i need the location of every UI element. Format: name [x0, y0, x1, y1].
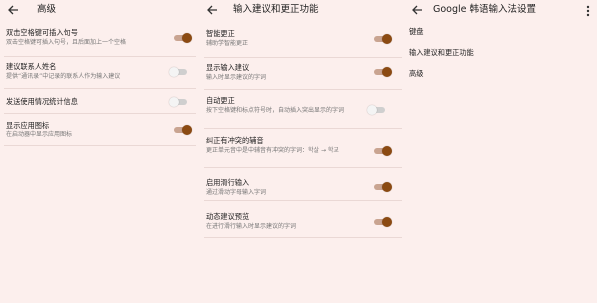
more-vert-icon[interactable]: [583, 3, 593, 17]
settings-home-panel: Google 韩语输入法设置 键盘 输入建议和更正功能 高级: [404, 0, 597, 303]
setting-show-suggestions[interactable]: 显示输入建议 输入时显示建议的字词: [204, 59, 402, 90]
toggle-switch[interactable]: [169, 97, 188, 107]
setting-label: 双击空格键可插入句号: [6, 28, 78, 37]
setting-double-space-period[interactable]: 双击空格键可插入句号 双击空格键可插入句号，且后面加上一个空格: [4, 26, 196, 57]
toggle-switch[interactable]: [374, 34, 392, 44]
screen: 高级 双击空格键可插入句号 双击空格键可插入句号，且后面加上一个空格 建议联系人…: [0, 0, 597, 303]
toggle-switch[interactable]: [374, 217, 392, 227]
setting-description: 输入时显示建议的字词: [206, 74, 267, 81]
setting-label: 建议联系人姓名: [6, 62, 57, 71]
setting-suggest-contacts[interactable]: 建议联系人姓名 提供“通讯录”中记录的联系人作为输入建议: [4, 58, 196, 89]
menu-item-suggestions[interactable]: 输入建议和更正功能: [409, 48, 474, 57]
setting-smart-correction[interactable]: 智能更正 辅助学智能更正: [204, 26, 402, 58]
setting-description: 通过滑动字母输入字词: [206, 189, 267, 196]
suggestions-panel: 输入建议和更正功能 智能更正 辅助学智能更正 显示输入建议 输入时显示建议的字词…: [199, 0, 404, 303]
setting-label: 显示输入建议: [206, 63, 250, 72]
setting-description: 按下空格键和标点符号时，自动插入突出显示的字词: [206, 107, 345, 114]
setting-glide-typing[interactable]: 启用滑行输入 通过滑动字母输入字词: [204, 169, 402, 201]
arrow-left-icon[interactable]: [6, 3, 20, 17]
toggle-switch[interactable]: [374, 67, 392, 77]
toggle-switch[interactable]: [169, 67, 188, 77]
toggle-switch[interactable]: [374, 146, 392, 156]
toggle-switch[interactable]: [374, 182, 392, 192]
menu-item-keyboard[interactable]: 键盘: [409, 27, 423, 36]
page-title: Google 韩语输入法设置: [433, 4, 537, 15]
arrow-left-icon[interactable]: [410, 3, 424, 17]
setting-description: 提供“通讯录”中记录的联系人作为输入建议: [6, 73, 121, 80]
app-bar: Google 韩语输入法设置: [404, 0, 597, 20]
arrow-left-icon[interactable]: [205, 3, 219, 17]
setting-label: 启用滑行输入: [206, 178, 250, 187]
setting-send-usage-stats[interactable]: 发送使用情况统计信息: [4, 90, 196, 114]
setting-label: 动态建议预览: [206, 212, 250, 221]
advanced-panel: 高级 双击空格键可插入句号 双击空格键可插入句号，且后面加上一个空格 建议联系人…: [0, 0, 199, 303]
menu-item-advanced[interactable]: 高级: [409, 69, 423, 78]
setting-description: 在进行滑行输入时显示建议的字词: [206, 223, 297, 230]
app-bar: 输入建议和更正功能: [199, 0, 404, 20]
setting-label: 纠正有冲突的辅音: [206, 136, 264, 145]
setting-description: 在启动器中显示应用图标: [6, 131, 73, 138]
setting-auto-correction[interactable]: 自动更正 按下空格键和标点符号时，自动插入突出显示的字词: [204, 91, 402, 129]
app-bar: 高级: [0, 0, 199, 20]
setting-show-app-icon[interactable]: 显示应用图标 在启动器中显示应用图标: [4, 115, 196, 146]
setting-label: 显示应用图标: [6, 121, 50, 130]
setting-description: 辅助学智能更正: [206, 40, 249, 47]
page-title: 高级: [37, 4, 57, 15]
page-title: 输入建议和更正功能: [233, 4, 319, 15]
toggle-switch[interactable]: [367, 105, 386, 115]
setting-label: 发送使用情况统计信息: [6, 97, 78, 106]
toggle-switch[interactable]: [174, 125, 192, 135]
setting-dynamic-preview[interactable]: 动态建议预览 在进行滑行输入时显示建议的字词: [204, 202, 402, 238]
setting-label: 智能更正: [206, 29, 235, 38]
setting-description: 双击空格键可插入句号，且后面加上一个空格: [6, 39, 127, 46]
setting-description: 更正单元音中是中辅音有冲突的字词：학살 → 학교: [206, 147, 339, 154]
toggle-switch[interactable]: [174, 33, 192, 43]
setting-label: 自动更正: [206, 96, 235, 105]
setting-conflicting-consonants[interactable]: 纠正有冲突的辅音 更正单元音中是中辅音有冲突的字词：학살 → 학교: [204, 130, 402, 168]
